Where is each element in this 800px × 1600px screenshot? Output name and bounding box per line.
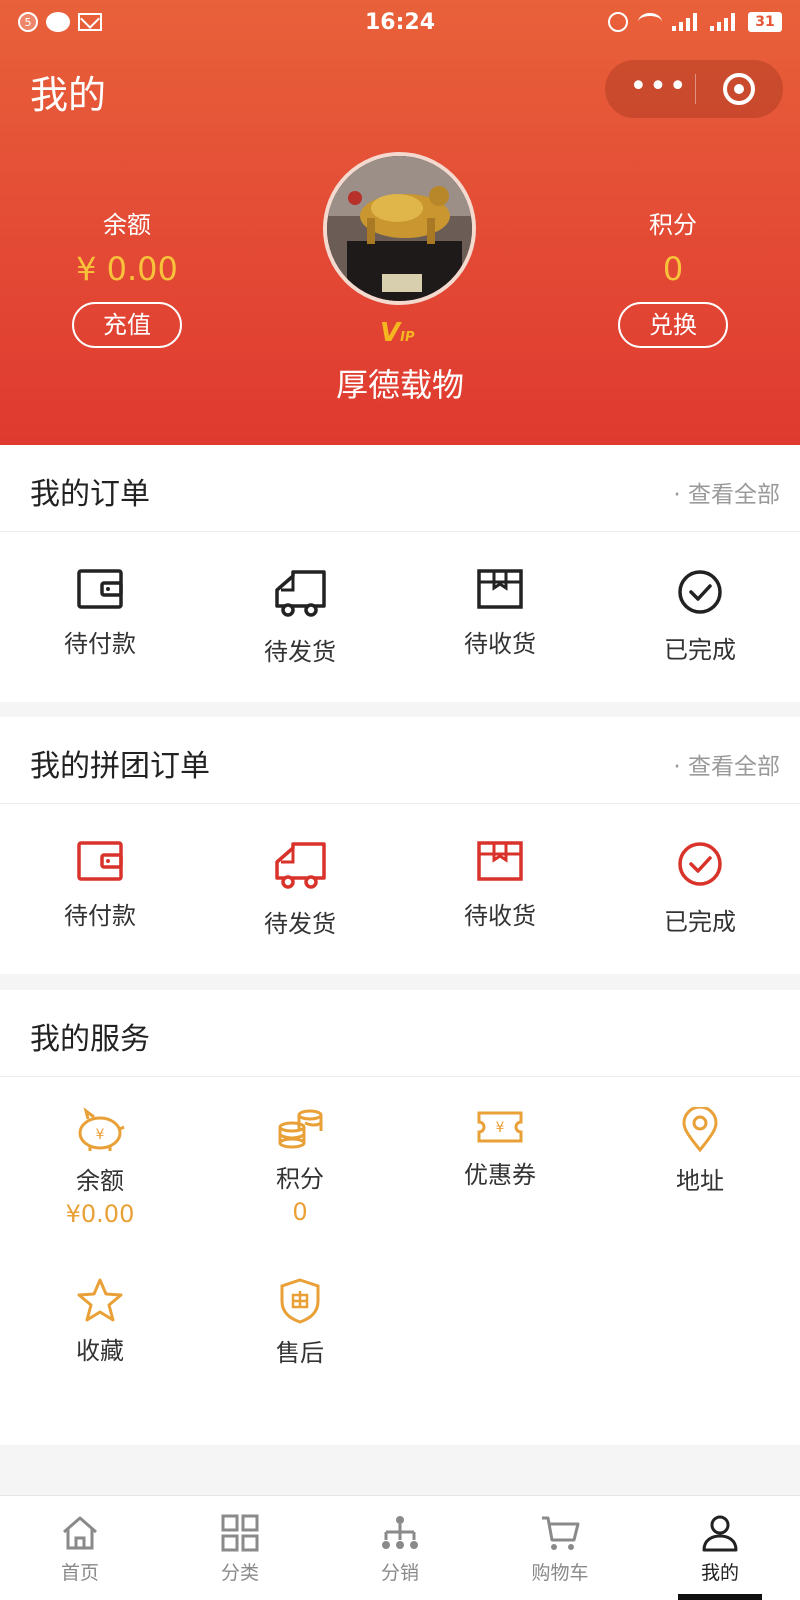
- home-indicator: [678, 1594, 762, 1600]
- service-value: 0: [292, 1198, 308, 1226]
- order-label: 待发货: [264, 910, 336, 938]
- tab-cart[interactable]: 购物车: [480, 1496, 640, 1600]
- service-favorites[interactable]: 收藏: [0, 1247, 200, 1417]
- grid-icon: [221, 1514, 259, 1552]
- service-balance[interactable]: ¥ 余额 ¥0.00: [0, 1077, 200, 1247]
- vip-suffix: IP: [400, 330, 415, 345]
- box-icon: [477, 841, 523, 881]
- order-label: 待付款: [64, 902, 136, 930]
- tab-label: 首页: [60, 1562, 99, 1584]
- check-circle-icon: [678, 842, 722, 886]
- section-title: 我的订单: [30, 477, 150, 512]
- my-services-section: 我的服务 ¥ 余额 ¥0.00 积分 0 ¥ 优惠券 地址 收藏 售后: [0, 990, 800, 1445]
- tab-label: 购物车: [531, 1562, 589, 1584]
- avatar[interactable]: [323, 152, 476, 305]
- group-order-pending-receipt[interactable]: 待收货: [400, 804, 600, 974]
- service-label: 地址: [676, 1167, 724, 1195]
- tab-profile[interactable]: 我的: [640, 1496, 800, 1600]
- service-value: ¥0.00: [65, 1200, 135, 1228]
- signal-icon: [672, 13, 700, 31]
- balance-label: 余额: [103, 211, 151, 239]
- order-label: 待付款: [64, 630, 136, 658]
- profile-header: 5 16:24 31 我的 ••• 余额 ¥ 0.00 充值 VIP 厚德载物 …: [0, 0, 800, 445]
- service-label: 积分: [276, 1165, 324, 1193]
- group-order-pending-payment[interactable]: 待付款: [0, 804, 200, 974]
- capsule-divider: [695, 74, 696, 104]
- order-pending-payment[interactable]: 待付款: [0, 532, 200, 702]
- wifi-icon: [638, 13, 662, 31]
- piggy-bank-icon: ¥: [78, 1107, 125, 1151]
- redeem-button[interactable]: 兑换: [618, 302, 728, 348]
- cart-icon: [542, 1516, 580, 1550]
- service-address[interactable]: 地址: [600, 1077, 800, 1247]
- order-label: 待收货: [464, 630, 536, 658]
- tab-distribution[interactable]: 分销: [320, 1496, 480, 1600]
- section-title: 我的服务: [30, 1022, 150, 1057]
- tab-category[interactable]: 分类: [160, 1496, 320, 1600]
- service-label: 售后: [276, 1339, 324, 1367]
- service-label: 余额: [76, 1167, 124, 1195]
- points-value: 0: [662, 250, 684, 288]
- service-points[interactable]: 积分 0: [200, 1077, 400, 1247]
- recharge-button[interactable]: 充值: [72, 302, 182, 348]
- user-icon: [702, 1515, 738, 1552]
- svg-text:¥: ¥: [96, 1127, 105, 1143]
- group-orders-section: 我的拼团订单 · 查看全部 待付款 待发货 待收货 已完成: [0, 717, 800, 974]
- alarm-icon: [608, 12, 628, 32]
- wallet-icon: [77, 569, 123, 609]
- signal-icon: [710, 13, 738, 31]
- truck-icon: [275, 570, 326, 617]
- battery-icon: 31: [748, 12, 782, 32]
- status-bar: 5 16:24 31: [0, 0, 800, 46]
- svg-text:¥: ¥: [496, 1120, 505, 1136]
- home-icon: [63, 1516, 97, 1550]
- vip-letter: V: [380, 318, 401, 348]
- points-label: 积分: [649, 211, 697, 239]
- tab-label: 分类: [220, 1562, 259, 1584]
- order-label: 已完成: [664, 636, 736, 664]
- balance-stat: 余额 ¥ 0.00 充值: [27, 205, 227, 348]
- close-target-icon[interactable]: [723, 73, 755, 105]
- more-icon[interactable]: •••: [629, 72, 689, 106]
- after-sale-shield-icon: [280, 1278, 320, 1324]
- service-coupons[interactable]: ¥ 优惠券: [400, 1077, 600, 1247]
- page-title: 我的: [30, 73, 107, 117]
- bottom-tab-bar: 首页 分类 分销 购物车 我的: [0, 1495, 800, 1600]
- section-header: 我的服务: [0, 990, 800, 1077]
- points-stat: 积分 0 兑换: [573, 205, 773, 348]
- vip-badge-icon: VIP: [380, 318, 420, 348]
- star-icon: [77, 1278, 123, 1322]
- username: 厚德载物: [335, 366, 464, 404]
- group-order-pending-shipment[interactable]: 待发货: [200, 804, 400, 974]
- truck-icon: [275, 842, 326, 889]
- balance-value: ¥ 0.00: [76, 250, 178, 288]
- service-label: 收藏: [76, 1337, 124, 1365]
- service-after-sale[interactable]: 售后: [200, 1247, 400, 1417]
- tab-label: 分销: [380, 1562, 419, 1584]
- section-header: 我的拼团订单 · 查看全部: [0, 717, 800, 804]
- check-circle-icon: [678, 570, 722, 614]
- coupon-icon: ¥: [477, 1111, 523, 1143]
- mini-program-capsule: •••: [605, 60, 783, 118]
- group-order-completed[interactable]: 已完成: [600, 804, 800, 974]
- order-label: 已完成: [664, 908, 736, 936]
- distribution-icon: [382, 1516, 418, 1549]
- coins-icon: [278, 1109, 323, 1149]
- order-label: 待收货: [464, 902, 536, 930]
- order-pending-receipt[interactable]: 待收货: [400, 532, 600, 702]
- service-label: 优惠券: [464, 1161, 536, 1189]
- location-pin-icon: [682, 1107, 718, 1153]
- order-completed[interactable]: 已完成: [600, 532, 800, 702]
- order-pending-shipment[interactable]: 待发货: [200, 532, 400, 702]
- wallet-icon: [77, 841, 123, 881]
- box-icon: [477, 569, 523, 609]
- tab-label: 我的: [700, 1562, 739, 1584]
- view-all-link[interactable]: · 查看全部: [673, 475, 780, 509]
- tab-home[interactable]: 首页: [0, 1496, 160, 1600]
- section-title: 我的拼团订单: [30, 749, 210, 784]
- view-all-link[interactable]: · 查看全部: [673, 747, 780, 781]
- order-label: 待发货: [264, 638, 336, 666]
- section-header: 我的订单 · 查看全部: [0, 445, 800, 532]
- my-orders-section: 我的订单 · 查看全部 待付款 待发货 待收货 已完成: [0, 445, 800, 702]
